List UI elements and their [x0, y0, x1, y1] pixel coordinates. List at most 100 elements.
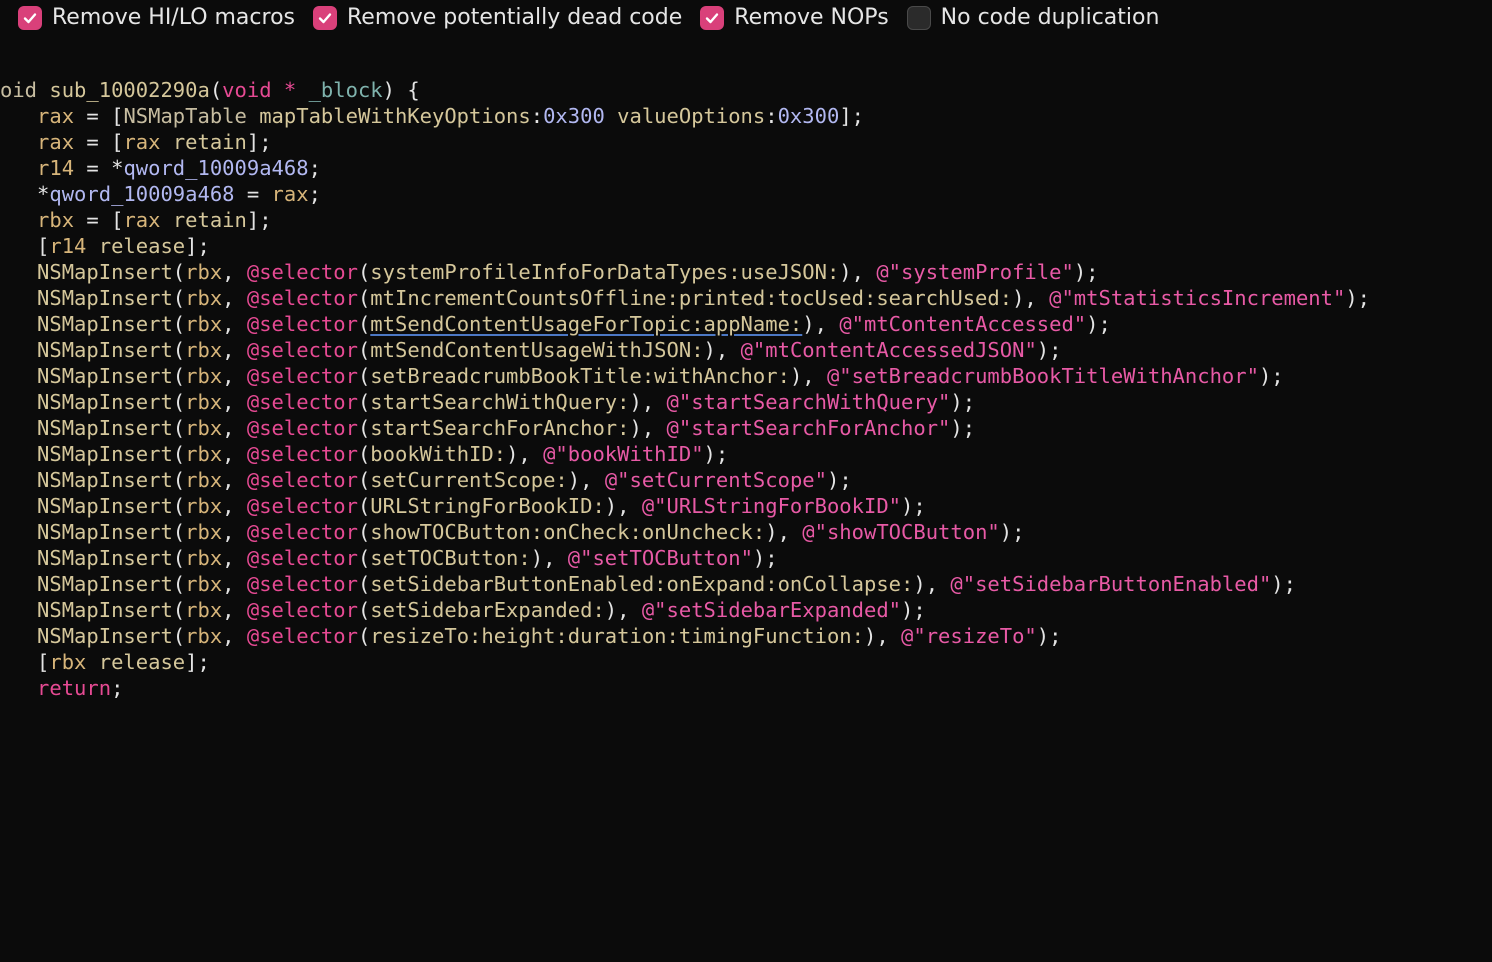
code-token: valueOptions [617, 104, 766, 128]
code-line[interactable]: r14 = *qword_10009a468; [0, 155, 1370, 181]
code-line[interactable]: NSMapInsert(rbx, @selector(resizeTo:heig… [0, 623, 1370, 649]
code-token: ( [357, 520, 371, 544]
option-remove-hi-lo-macros[interactable]: Remove HI/LO macros [18, 3, 295, 33]
code-line[interactable]: [rbx release]; [0, 649, 1370, 675]
code-token: ; [308, 182, 321, 206]
code-token: @selector [246, 364, 358, 388]
checkmark-icon [23, 13, 37, 24]
pseudocode-view[interactable]: oid sub_10002290a(void * _block) { rax =… [0, 77, 1370, 701]
code-token: ( [172, 364, 186, 388]
checkmark-icon [706, 13, 719, 24]
code-line[interactable]: NSMapInsert(rbx, @selector(setSidebarBut… [0, 571, 1370, 597]
code-token: @"bookWithID" [543, 442, 704, 466]
code-token: @"resizeTo" [901, 624, 1037, 648]
code-token: showTOCButton:onCheck:onUncheck: [370, 520, 766, 544]
code-line[interactable]: NSMapInsert(rbx, @selector(showTOCButton… [0, 519, 1370, 545]
option-label: Remove HI/LO macros [52, 5, 295, 30]
code-token: setTOCButton: [370, 546, 531, 570]
code-line[interactable]: return; [0, 675, 1370, 701]
code-token: ), [703, 338, 741, 362]
code-token: NSMapInsert [37, 624, 173, 648]
code-token: ]; [839, 104, 864, 128]
code-line[interactable]: rbx = [rax retain]; [0, 207, 1370, 233]
checkbox-no-code-duplication[interactable] [906, 6, 931, 30]
code-line[interactable]: NSMapInsert(rbx, @selector(setCurrentSco… [0, 467, 1370, 493]
code-token: ( [172, 468, 186, 492]
code-line[interactable]: NSMapInsert(rbx, @selector(setSidebarExp… [0, 597, 1370, 623]
option-no-code-duplication[interactable]: No code duplication [906, 3, 1159, 33]
code-token: setSidebarExpanded: [370, 598, 605, 622]
code-token: ]; [185, 234, 210, 258]
code-line[interactable]: NSMapInsert(rbx, @selector(startSearchFo… [0, 415, 1370, 441]
code-line[interactable]: NSMapInsert(rbx, @selector(URLStringForB… [0, 493, 1370, 519]
code-token: NSMapInsert [37, 442, 173, 466]
code-line[interactable]: NSMapInsert(rbx, @selector(mtSendContent… [0, 311, 1370, 337]
code-line[interactable]: NSMapInsert(rbx, @selector(startSearchWi… [0, 389, 1370, 415]
code-token: NSMapInsert [37, 416, 173, 440]
code-line[interactable]: NSMapInsert(rbx, @selector(setBreadcrumb… [0, 363, 1370, 389]
code-line[interactable]: [r14 release]; [0, 233, 1370, 259]
code-token: rbx [185, 260, 223, 284]
code-line[interactable]: NSMapInsert(rbx, @selector(systemProfile… [0, 259, 1370, 285]
code-token: * [283, 78, 297, 102]
code-token: rbx [185, 520, 223, 544]
code-token: , [222, 598, 247, 622]
code-token: NSMapInsert [37, 364, 173, 388]
checkbox-remove-dead-code[interactable] [313, 6, 337, 30]
code-token: rax [271, 182, 309, 206]
code-line[interactable]: rax = [NSMapTable mapTableWithKeyOptions… [0, 103, 1370, 129]
code-token: rbx [185, 546, 223, 570]
code-token: qword_10009a468 [123, 156, 309, 180]
code-token: = [ [74, 104, 124, 128]
code-token: 0x300 [777, 104, 840, 128]
code-token: rbx [185, 468, 223, 492]
code-token: NSMapInsert [37, 598, 173, 622]
code-line[interactable]: NSMapInsert(rbx, @selector(setTOCButton:… [0, 545, 1370, 571]
code-line[interactable]: *qword_10009a468 = rax; [0, 181, 1370, 207]
option-remove-nops[interactable]: Remove NOPs [700, 3, 889, 33]
code-token: @selector [246, 312, 358, 336]
code-token: ( [357, 416, 371, 440]
code-token: ( [172, 312, 186, 336]
code-line[interactable]: rax = [rax retain]; [0, 129, 1370, 155]
code-line[interactable]: NSMapInsert(rbx, @selector(bookWithID:),… [0, 441, 1370, 467]
code-token: _block [308, 78, 383, 102]
code-token: , [222, 624, 247, 648]
code-token: @"mtStatisticsIncrement" [1049, 286, 1346, 310]
code-token: , [222, 546, 247, 570]
code-token: mapTableWithKeyOptions [259, 104, 531, 128]
code-token: ), [1012, 286, 1050, 310]
code-line[interactable]: NSMapInsert(rbx, @selector(mtIncrementCo… [0, 285, 1370, 311]
code-token: ); [703, 442, 729, 466]
code-token: rbx [185, 494, 223, 518]
option-remove-dead-code[interactable]: Remove potentially dead code [313, 3, 682, 33]
code-token: , [222, 494, 247, 518]
checkbox-remove-hi-lo-macros[interactable] [18, 6, 42, 30]
code-line[interactable]: oid sub_10002290a(void * _block) { [0, 77, 1370, 103]
selector-link[interactable]: mtSendContentUsageForTopic:appName: [370, 312, 802, 336]
code-line[interactable]: NSMapInsert(rbx, @selector(mtSendContent… [0, 337, 1370, 363]
code-token: @selector [246, 260, 358, 284]
code-token: NSMapInsert [37, 494, 173, 518]
code-token: ( [357, 468, 371, 492]
code-token: rbx [185, 416, 223, 440]
code-token: rax [123, 130, 161, 154]
code-token: = [234, 182, 272, 206]
code-token: = * [74, 156, 124, 180]
code-token: @"mtContentAccessed" [839, 312, 1087, 336]
checkbox-remove-nops[interactable] [700, 6, 725, 30]
option-label: Remove NOPs [734, 5, 889, 30]
code-token: ( [357, 546, 371, 570]
